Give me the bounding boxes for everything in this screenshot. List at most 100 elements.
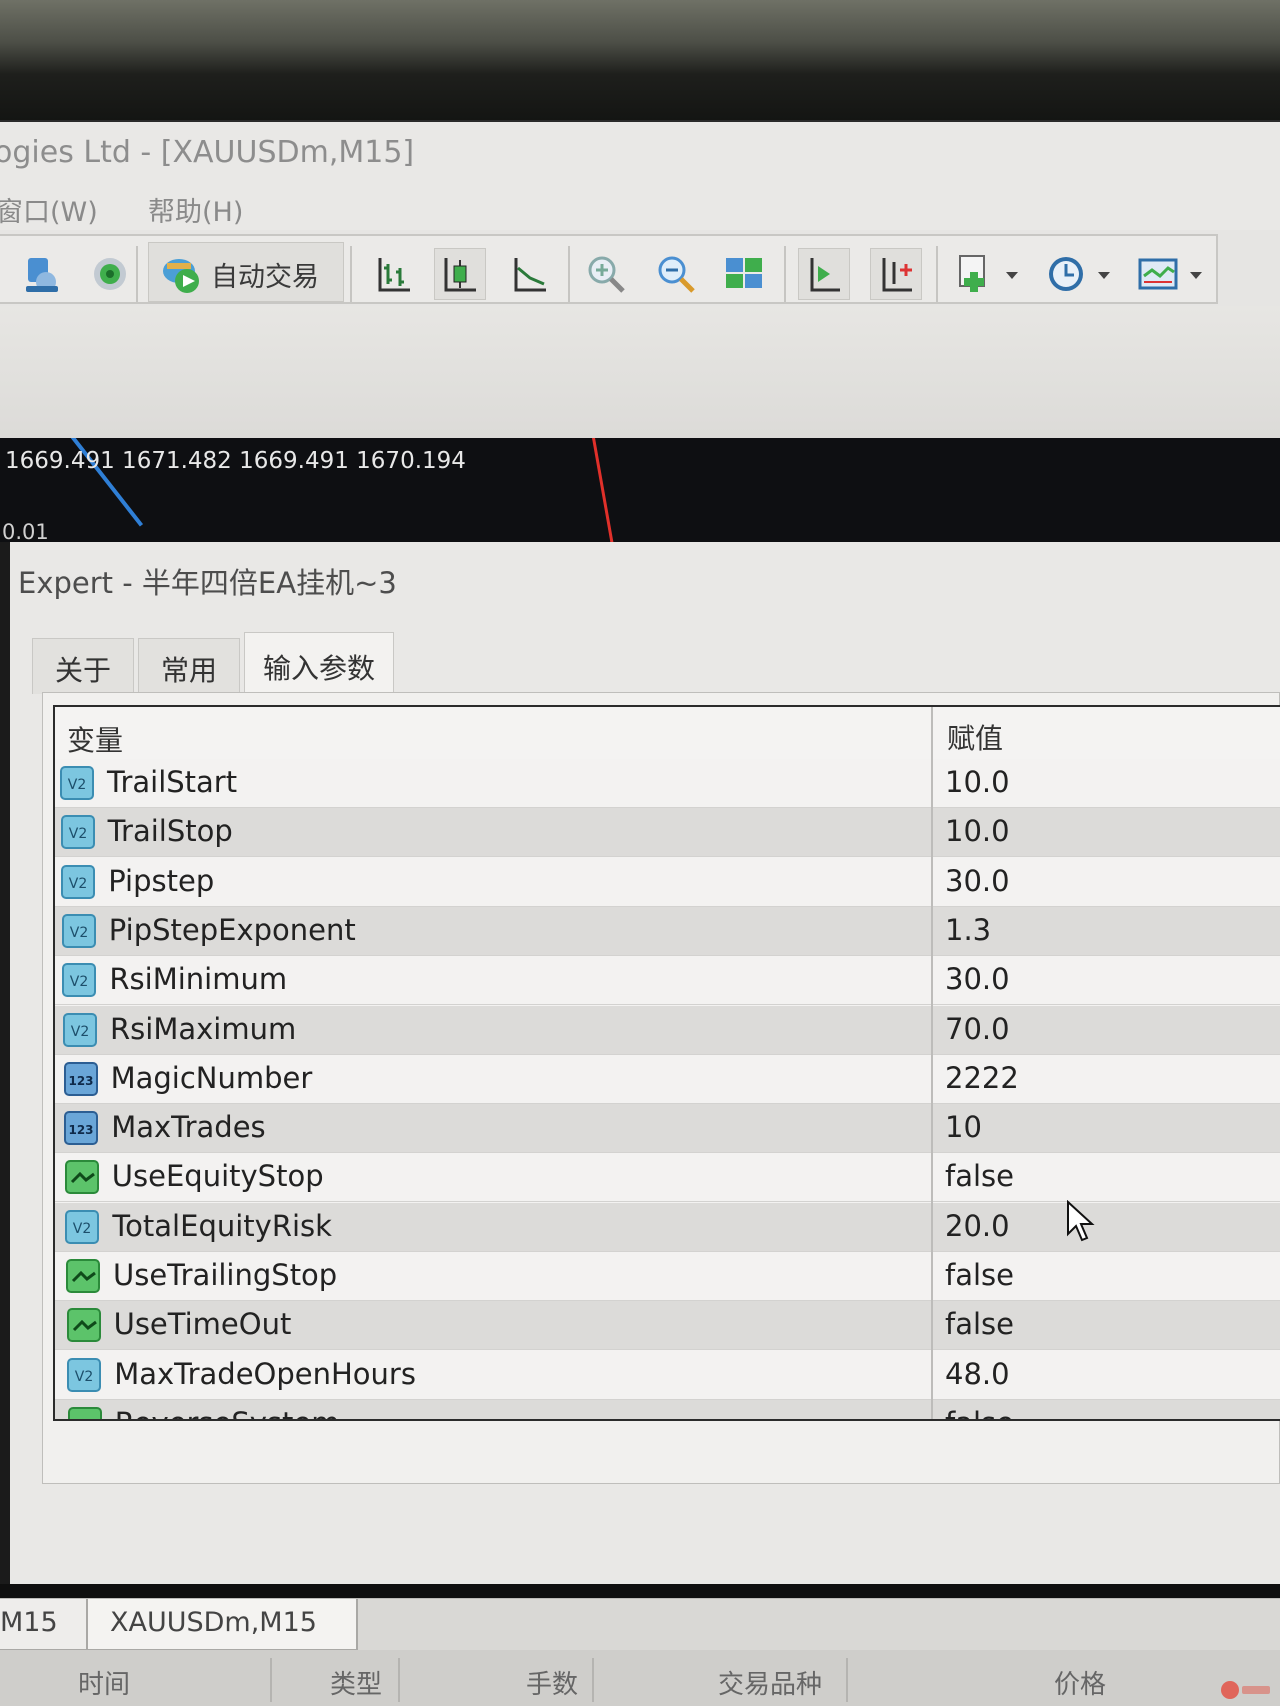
table-row[interactable]: V2 RsiMaximum 70.0 [55,1005,1280,1055]
table-row[interactable]: ReverseSystem false [55,1399,1280,1419]
menu-bar: 窗口(W) 帮助(H) [0,184,1280,230]
column-header-type[interactable]: 类型 [330,1664,382,1701]
table-row[interactable]: V2 MaxTradeOpenHours 48.0 [55,1351,1280,1400]
int-param-icon: 123 [63,1109,101,1147]
table-row[interactable]: UseTimeOut false [55,1301,1280,1351]
periods-icon[interactable] [1040,248,1092,300]
indicators-dropdown-chevron-down-icon[interactable] [1006,272,1018,279]
inputs-panel: 变量 赋值 V2 TrailStart 10.0 V2 TrailStop 10.0 V2 P… [42,692,1280,1484]
expert-properties-dialog: Expert - 半年四倍EA挂机~3 关于 常用 输入参数 变量 赋值 V2 T… [0,542,1280,1584]
param-value[interactable]: false [945,1258,1014,1292]
tab-inputs[interactable]: 输入参数 [244,632,394,694]
auto-trading-label: 自动交易 [211,262,319,293]
auto-trading-icon [157,249,205,297]
terminal-column-headers: 时间 类型 手数 交易品种 价格 [0,1650,1280,1706]
param-value[interactable]: false [945,1307,1014,1341]
dialog-title: Expert - 半年四倍EA挂机~3 [18,566,397,600]
tab-about[interactable]: 关于 [32,638,134,694]
param-value[interactable]: false [945,1159,1014,1193]
table-row[interactable]: UseTrailingStop false [55,1252,1280,1301]
bool-param-icon [67,1405,105,1419]
param-value[interactable]: 2222 [945,1061,1019,1095]
svg-text:V2: V2 [70,974,88,990]
param-value[interactable]: 10.0 [945,765,1010,799]
inputs-table: 变量 赋值 V2 TrailStart 10.0 V2 TrailStop 10.0 V2 P… [53,705,1280,1421]
main-toolbar: 自动交易 [0,230,1280,306]
zoom-in-icon[interactable] [580,248,632,300]
signal-icon[interactable] [84,248,136,300]
param-name: MaxTradeOpenHours [114,1356,416,1391]
table-row[interactable]: 123 MaxTrades 10 [55,1104,1280,1154]
mouse-pointer-icon [1067,1200,1095,1242]
chart-bottom-strip [0,1584,1280,1598]
svg-text:V2: V2 [73,1221,91,1237]
column-divider [931,707,933,1419]
chart-tab-m15[interactable]: M15 [0,1599,88,1651]
column-header-variable[interactable]: 变量 [67,719,123,759]
param-value[interactable]: 30.0 [945,864,1010,898]
profiles-icon[interactable] [16,248,68,300]
param-name: TotalEquityRisk [112,1208,332,1243]
param-value[interactable]: 30.0 [945,962,1010,996]
bool-param-icon [65,1257,103,1295]
auto-trading-button[interactable]: 自动交易 [148,242,344,302]
tab-label: 输入参数 [262,652,375,685]
column-header-symbol[interactable]: 交易品种 [718,1664,822,1701]
svg-text:V2: V2 [71,1024,89,1040]
table-row[interactable]: UseEquityStop false [55,1153,1280,1203]
menu-item-help[interactable]: 帮助(H) [148,190,243,229]
toolbar-separator [568,246,570,302]
table-row[interactable]: V2 TrailStart 10.0 [55,759,1280,808]
param-value[interactable]: 10.0 [945,814,1010,848]
column-header-price[interactable]: 价格 [1054,1664,1106,1701]
tile-windows-icon[interactable] [718,248,770,300]
param-value[interactable]: 48.0 [945,1357,1010,1391]
price-chart[interactable]: 1669.491 1671.482 1669.491 1670.194 0.01 [0,438,1280,544]
param-name: RsiMinimum [109,962,288,997]
table-row[interactable]: V2 TotalEquityRisk 20.0 [55,1202,1280,1252]
templates-dropdown-chevron-down-icon[interactable] [1190,272,1202,279]
zoom-out-icon[interactable] [650,248,702,300]
svg-text:V2: V2 [75,1369,93,1385]
tab-label: 关于 [54,654,111,687]
double-param-icon: V2 [60,813,98,851]
line-chart-icon[interactable] [504,248,556,300]
toolbar-separator [350,246,352,302]
table-row[interactable]: V2 PipStepExponent 1.3 [55,906,1280,956]
double-param-icon: V2 [61,912,99,950]
param-name: Pipstep [108,863,215,898]
tab-common[interactable]: 常用 [138,638,240,694]
param-value[interactable]: 70.0 [945,1012,1010,1046]
svg-text:123: 123 [69,1123,94,1137]
watermark-logo-icon [1221,1681,1270,1699]
table-row[interactable]: V2 TrailStop 10.0 [55,808,1280,858]
chart-tab-xauusdm-m15[interactable]: XAUUSDm,M15 [86,1599,358,1651]
menu-item-window[interactable]: 窗口(W) [0,190,98,229]
candlestick-chart-icon[interactable] [434,248,486,300]
table-header: 变量 赋值 [55,707,1280,759]
tab-label: 常用 [160,654,217,687]
column-header-value[interactable]: 赋值 [947,717,1003,757]
param-name: MagicNumber [110,1060,313,1095]
param-value[interactable]: 1.3 [945,913,991,947]
param-value[interactable]: 20.0 [945,1209,1010,1243]
table-row[interactable]: 123 MagicNumber 2222 [55,1055,1280,1104]
bar-chart-icon[interactable] [368,248,420,300]
column-header-time[interactable]: 时间 [78,1664,130,1701]
chart-shift-icon[interactable] [798,248,850,300]
autoscroll-icon[interactable] [870,248,922,300]
chart-trendline-red [592,438,615,544]
param-value[interactable]: 10 [945,1110,982,1144]
table-row[interactable]: V2 Pipstep 30.0 [55,858,1280,907]
double-param-icon: V2 [59,764,97,802]
periods-dropdown-chevron-down-icon[interactable] [1098,272,1110,279]
indicators-icon[interactable] [950,248,1002,300]
param-value[interactable]: false [945,1406,1014,1419]
ohlc-readout: 1669.491 1671.482 1669.491 1670.194 [5,448,466,474]
svg-text:V2: V2 [68,826,86,842]
column-header-volume[interactable]: 手数 [526,1664,578,1701]
table-row[interactable]: V2 RsiMinimum 30.0 [55,956,1280,1006]
column-separator [270,1658,272,1702]
param-name: TrailStart [107,765,238,799]
templates-icon[interactable] [1132,248,1184,300]
